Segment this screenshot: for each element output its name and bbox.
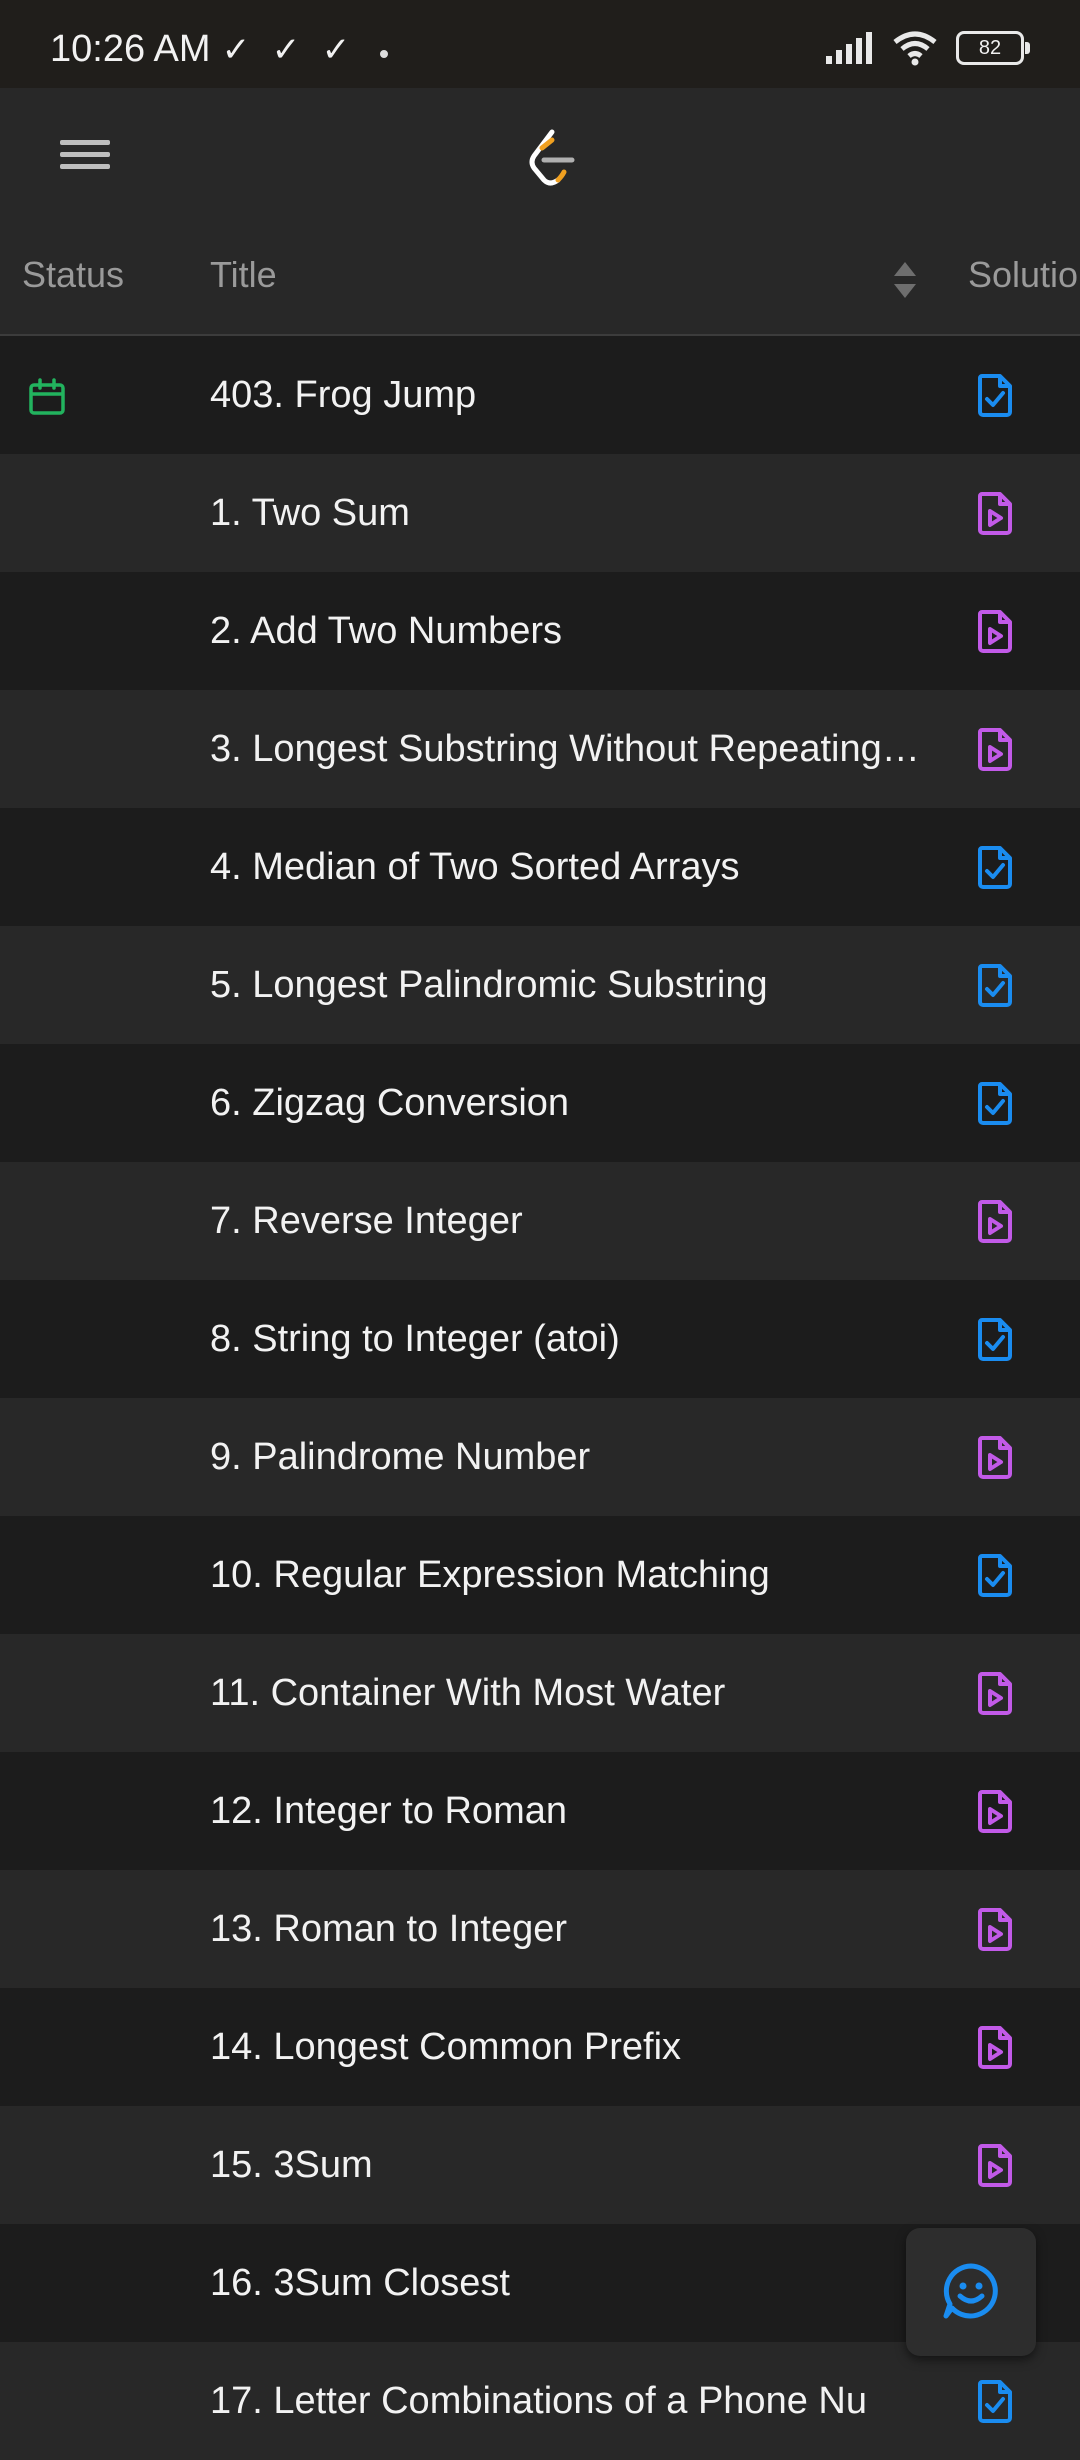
solution-video-icon[interactable] [972, 1198, 1018, 1244]
solution-video-icon[interactable] [972, 1788, 1018, 1834]
solution-video-icon[interactable] [972, 2024, 1018, 2070]
solution-check-icon[interactable] [972, 962, 1018, 1008]
solution-check-icon[interactable] [972, 1080, 1018, 1126]
problem-title[interactable]: 5. Longest Palindromic Substring [210, 926, 930, 1044]
solution-video-icon[interactable] [972, 2142, 1018, 2188]
solution-check-icon[interactable] [972, 1316, 1018, 1362]
problem-title[interactable]: 403. Frog Jump [210, 336, 930, 454]
problem-title[interactable]: 6. Zigzag Conversion [210, 1044, 930, 1162]
problem-title[interactable]: 9. Palindrome Number [210, 1398, 930, 1516]
table-row[interactable]: 6. Zigzag Conversion [0, 1044, 1080, 1162]
status-column-header[interactable]: Status [22, 254, 124, 296]
battery-level: 82 [978, 37, 1002, 59]
table-row[interactable]: 12. Integer to Roman [0, 1752, 1080, 1870]
table-row[interactable]: 2. Add Two Numbers [0, 572, 1080, 690]
solution-check-icon[interactable] [972, 372, 1018, 418]
solution-video-icon[interactable] [972, 1906, 1018, 1952]
problem-title[interactable]: 3. Longest Substring Without Repeating C… [210, 690, 930, 808]
problem-title[interactable]: 10. Regular Expression Matching [210, 1516, 930, 1634]
table-row[interactable]: 3. Longest Substring Without Repeating C… [0, 690, 1080, 808]
solution-video-icon[interactable] [972, 490, 1018, 536]
chat-smile-icon [943, 2263, 998, 2319]
problem-title[interactable]: 17. Letter Combinations of a Phone Nu [210, 2342, 930, 2460]
status-time: 10:26 AM [50, 28, 211, 70]
problem-title[interactable]: 1. Two Sum [210, 454, 930, 572]
app-bar [0, 88, 1080, 228]
leetcode-logo-icon[interactable] [518, 126, 582, 190]
calendar-icon [29, 378, 65, 415]
table-row[interactable]: 5. Longest Palindromic Substring [0, 926, 1080, 1044]
solution-video-icon[interactable] [972, 726, 1018, 772]
sort-icon[interactable] [892, 258, 918, 302]
table-row[interactable]: 4. Median of Two Sorted Arrays [0, 808, 1080, 926]
solution-check-icon[interactable] [972, 2378, 1018, 2424]
problem-title[interactable]: 8. String to Integer (atoi) [210, 1280, 930, 1398]
problem-title[interactable]: 4. Median of Two Sorted Arrays [210, 808, 930, 926]
solution-check-icon[interactable] [972, 1552, 1018, 1598]
problem-title[interactable]: 16. 3Sum Closest [210, 2224, 930, 2342]
solution-video-icon[interactable] [972, 1670, 1018, 1716]
problem-title[interactable]: 14. Longest Common Prefix [210, 1988, 930, 2106]
notification-icons: ✓ ✓ ✓ [218, 30, 354, 70]
download-done-icon: ✓ [221, 31, 251, 69]
table-row[interactable]: 15. 3Sum [0, 2106, 1080, 2224]
table-row[interactable]: 8. String to Integer (atoi) [0, 1280, 1080, 1398]
download-done-icon: ✓ [271, 31, 301, 69]
table-row[interactable]: 1. Two Sum [0, 454, 1080, 572]
problem-title[interactable]: 2. Add Two Numbers [210, 572, 930, 690]
status-bar: 10:26 AM ✓ ✓ ✓ 82 [0, 0, 1080, 88]
table-header: Status Title Solutio [0, 228, 1080, 336]
table-row[interactable]: 14. Longest Common Prefix [0, 1988, 1080, 2106]
table-row[interactable]: 9. Palindrome Number [0, 1398, 1080, 1516]
table-row[interactable]: 7. Reverse Integer [0, 1162, 1080, 1280]
solution-check-icon[interactable] [972, 844, 1018, 890]
solution-column-header[interactable]: Solutio [968, 254, 1078, 296]
problem-list: 403. Frog Jump 1. Two Sum 2. Add Two Numbe… [0, 336, 1080, 2460]
problem-title[interactable]: 11. Container With Most Water [210, 1634, 930, 1752]
battery-icon: 82 [956, 31, 1030, 65]
feedback-chat-button[interactable] [906, 2228, 1036, 2356]
solution-video-icon[interactable] [972, 1434, 1018, 1480]
problem-title[interactable]: 7. Reverse Integer [210, 1162, 930, 1280]
problem-title[interactable]: 15. 3Sum [210, 2106, 930, 2224]
more-notifications-dot-icon [380, 50, 388, 58]
table-row[interactable]: 17. Letter Combinations of a Phone Nu [0, 2342, 1080, 2460]
title-column-header[interactable]: Title [210, 254, 277, 296]
hamburger-menu-icon[interactable] [60, 133, 110, 183]
table-row[interactable]: 13. Roman to Integer [0, 1870, 1080, 1988]
table-row[interactable]: 403. Frog Jump [0, 336, 1080, 454]
download-done-icon: ✓ [321, 31, 351, 69]
problem-title[interactable]: 13. Roman to Integer [210, 1870, 930, 1988]
table-row[interactable]: 11. Container With Most Water [0, 1634, 1080, 1752]
solution-video-icon[interactable] [972, 608, 1018, 654]
problem-title[interactable]: 12. Integer to Roman [210, 1752, 930, 1870]
table-row[interactable]: 10. Regular Expression Matching [0, 1516, 1080, 1634]
signal-icon [826, 32, 872, 64]
wifi-icon [893, 31, 937, 66]
